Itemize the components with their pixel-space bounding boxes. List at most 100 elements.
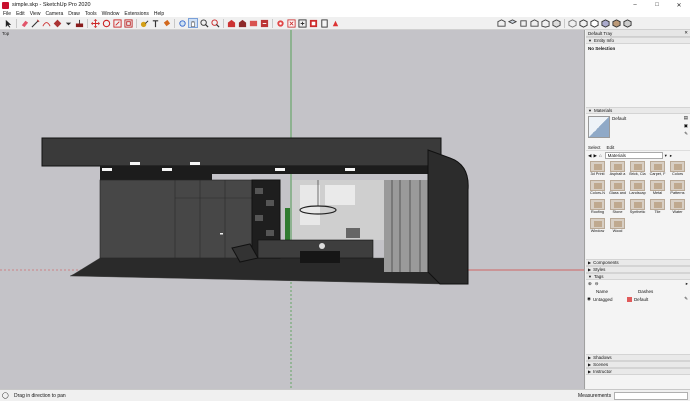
- material-item[interactable]: Landscap: [628, 180, 647, 198]
- 3d-warehouse-icon[interactable]: [226, 18, 236, 28]
- back-view-icon[interactable]: [529, 18, 539, 28]
- line-tool-icon[interactable]: [30, 18, 40, 28]
- extension-manager-icon[interactable]: [259, 18, 269, 28]
- material-item[interactable]: 3d Printi: [588, 161, 607, 179]
- tray-close-icon[interactable]: ✕: [684, 30, 688, 36]
- material-item[interactable]: Metal: [648, 180, 667, 198]
- zoom-extents-icon[interactable]: [210, 18, 220, 28]
- display-secondary-icon[interactable]: ▤: [684, 115, 688, 121]
- tab-edit[interactable]: Edit: [607, 145, 615, 150]
- orbit-tool-icon[interactable]: [177, 18, 187, 28]
- material-item[interactable]: Wood: [608, 218, 627, 236]
- minimize-button[interactable]: –: [624, 0, 646, 10]
- material-item[interactable]: Glass and: [608, 180, 627, 198]
- menu-extensions[interactable]: Extensions: [124, 11, 148, 17]
- push-pull-tool-icon[interactable]: [74, 18, 84, 28]
- arc-tool-icon[interactable]: [41, 18, 51, 28]
- material-item[interactable]: Patterns: [668, 180, 687, 198]
- material-name-field[interactable]: Default: [612, 116, 680, 124]
- delete-tag-icon[interactable]: ⊖: [595, 281, 599, 287]
- iso-view-icon[interactable]: [551, 18, 561, 28]
- tag-details-icon[interactable]: ▸: [686, 281, 688, 287]
- material-item[interactable]: Brick, Cla: [628, 161, 647, 179]
- material-item[interactable]: Asphalt a: [608, 161, 627, 179]
- material-item[interactable]: Stone: [608, 199, 627, 217]
- zoom-tool-icon[interactable]: [199, 18, 209, 28]
- eraser-tool-icon[interactable]: [19, 18, 29, 28]
- monochrome-style-icon[interactable]: [622, 18, 632, 28]
- entity-info-header[interactable]: ▼ Entity Info: [586, 37, 690, 44]
- layout-icon[interactable]: [308, 18, 318, 28]
- left-view-icon[interactable]: [540, 18, 550, 28]
- material-library-select[interactable]: Materials: [604, 152, 663, 159]
- textured-style-icon[interactable]: [611, 18, 621, 28]
- plugin-icon[interactable]: [286, 18, 296, 28]
- style-builder-icon[interactable]: [319, 18, 329, 28]
- menu-help[interactable]: Help: [154, 11, 164, 17]
- menu-file[interactable]: File: [3, 11, 11, 17]
- components-header[interactable]: ▶ Components: [586, 259, 690, 266]
- menu-edit[interactable]: Edit: [16, 11, 25, 17]
- tag-color-swatch[interactable]: [626, 296, 632, 302]
- library-details-icon[interactable]: ▸: [670, 153, 672, 159]
- pencil-icon[interactable]: ✎: [684, 296, 688, 302]
- top-view-icon[interactable]: [507, 18, 517, 28]
- material-item[interactable]: Colors: [668, 161, 687, 179]
- home-icon[interactable]: ⌂: [599, 153, 602, 158]
- material-item[interactable]: Tile: [648, 199, 667, 217]
- send-to-layout-icon[interactable]: [248, 18, 258, 28]
- dynamic-components-icon[interactable]: [330, 18, 340, 28]
- select-tool-icon[interactable]: [3, 18, 13, 28]
- material-item[interactable]: Roofing: [588, 199, 607, 217]
- shaded-style-icon[interactable]: [600, 18, 610, 28]
- material-item[interactable]: Colors-N: [588, 180, 607, 198]
- menu-tools[interactable]: Tools: [85, 11, 97, 17]
- visibility-eye-icon[interactable]: ◉: [587, 296, 591, 302]
- tag-row[interactable]: ◉ Untagged Default ✎: [586, 295, 690, 303]
- model-viewport[interactable]: Top: [0, 30, 585, 389]
- library-dropdown-icon[interactable]: ▾: [665, 153, 667, 159]
- create-material-icon[interactable]: ▣: [684, 123, 688, 129]
- right-view-icon[interactable]: [518, 18, 528, 28]
- extension-warehouse-icon[interactable]: [237, 18, 247, 28]
- menu-camera[interactable]: Camera: [45, 11, 63, 17]
- offset-tool-icon[interactable]: [123, 18, 133, 28]
- styles-header[interactable]: ▶ Styles: [586, 266, 690, 273]
- settings-gear-icon[interactable]: [275, 18, 285, 28]
- material-item[interactable]: Carpet, F: [648, 161, 667, 179]
- material-item[interactable]: Water: [668, 199, 687, 217]
- model-info-icon[interactable]: [297, 18, 307, 28]
- pan-tool-icon[interactable]: [188, 18, 198, 28]
- shape-tool-icon[interactable]: [52, 18, 62, 28]
- tab-select[interactable]: Select: [588, 145, 601, 150]
- measurements-input[interactable]: [614, 392, 688, 400]
- menu-draw[interactable]: Draw: [68, 11, 80, 17]
- material-item[interactable]: Window: [588, 218, 607, 236]
- hidden-line-style-icon[interactable]: [589, 18, 599, 28]
- rotate-tool-icon[interactable]: [101, 18, 111, 28]
- sample-paint-icon[interactable]: ✎: [684, 131, 688, 137]
- material-swatch[interactable]: [588, 116, 610, 138]
- close-button[interactable]: ✕: [668, 0, 690, 10]
- menu-view[interactable]: View: [30, 11, 41, 17]
- paint-bucket-icon[interactable]: [161, 18, 171, 28]
- tags-header[interactable]: ▼ Tags: [586, 273, 690, 280]
- add-tag-icon[interactable]: ⊕: [588, 281, 592, 287]
- forward-arrow-icon[interactable]: ▶: [593, 153, 596, 159]
- materials-header[interactable]: ▼ Materials: [586, 107, 690, 114]
- xray-style-icon[interactable]: [567, 18, 577, 28]
- material-item[interactable]: Synthetic: [628, 199, 647, 217]
- instructor-header[interactable]: ▶ Instructor: [586, 368, 690, 375]
- move-tool-icon[interactable]: [90, 18, 100, 28]
- menu-window[interactable]: Window: [102, 11, 120, 17]
- back-arrow-icon[interactable]: ◀: [588, 153, 591, 159]
- text-tool-icon[interactable]: [150, 18, 160, 28]
- shadows-header[interactable]: ▶ Shadows: [586, 354, 690, 361]
- wireframe-style-icon[interactable]: [578, 18, 588, 28]
- front-view-icon[interactable]: [496, 18, 506, 28]
- scenes-header[interactable]: ▶ Scenes: [586, 361, 690, 368]
- dropdown-arrow-icon[interactable]: [63, 18, 73, 28]
- tape-measure-icon[interactable]: [139, 18, 149, 28]
- scale-tool-icon[interactable]: [112, 18, 122, 28]
- maximize-button[interactable]: □: [646, 0, 668, 10]
